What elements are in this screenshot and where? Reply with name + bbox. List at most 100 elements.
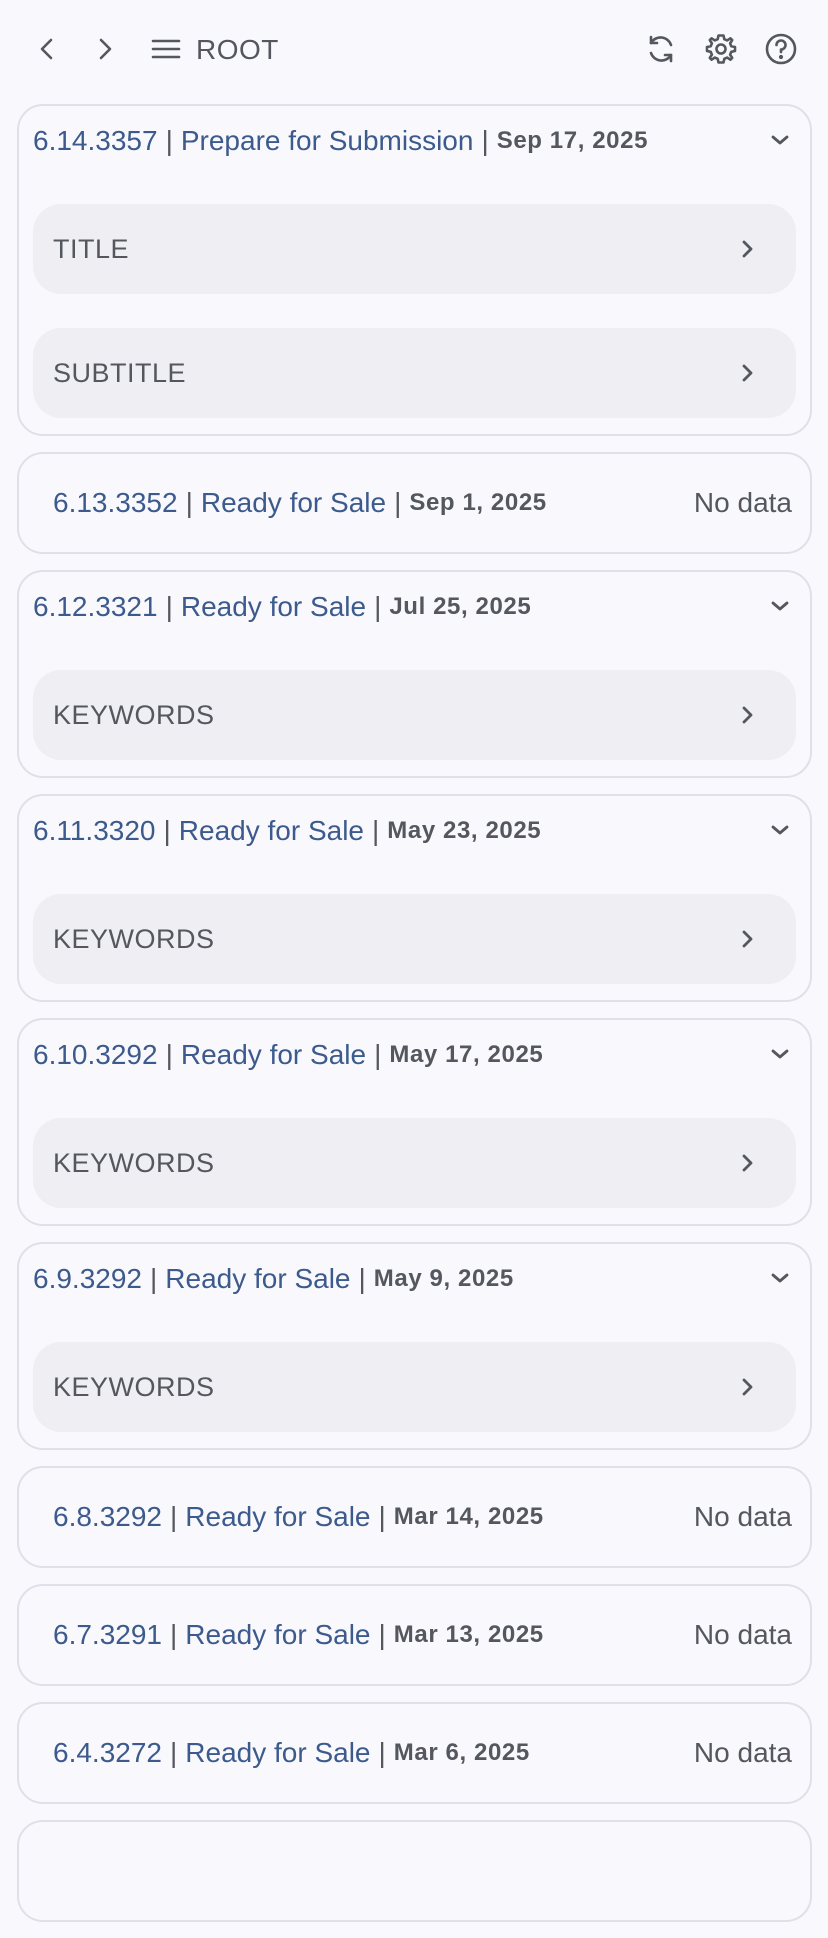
gear-icon [704, 32, 738, 71]
version-status: Ready for Sale [180, 1039, 367, 1070]
separator: | [165, 1039, 173, 1070]
version-number: 6.9.3292 [33, 1263, 142, 1294]
separator: | [378, 1619, 386, 1650]
version-status: Prepare for Submission [180, 125, 474, 156]
separator: | [165, 591, 173, 622]
version-date: Sep 1, 2025 [409, 489, 547, 516]
field-row-label: KEYWORDS [53, 699, 215, 730]
version-header[interactable]: 6.14.3357 | Prepare for Submission | Sep 17,… [19, 106, 810, 176]
version-number: 6.12.3321 [33, 591, 158, 622]
chevron-right-icon [736, 1376, 758, 1398]
separator: | [150, 1263, 158, 1294]
no-data-label: No data [693, 1619, 792, 1650]
separator: | [374, 1039, 382, 1070]
menu-button[interactable] [145, 30, 187, 72]
separator: | [372, 815, 380, 846]
version-header[interactable]: 6.7.3291 | Ready for Sale | Mar 13, 2025 [19, 1586, 810, 1684]
chevron-down-icon[interactable] [768, 1042, 792, 1066]
chevron-down-icon[interactable] [768, 818, 792, 842]
version-number: 6.13.3352 [53, 487, 178, 518]
version-card: 6.11.3320 | Ready for Sale | May 23, 2025 KEY… [17, 794, 812, 1002]
back-button[interactable] [26, 30, 68, 72]
settings-button[interactable] [700, 30, 742, 72]
version-number: 6.11.3320 [33, 815, 156, 846]
version-number: 6.10.3292 [33, 1039, 158, 1070]
separator: | [378, 1737, 386, 1768]
forward-button[interactable] [84, 30, 126, 72]
version-header[interactable]: 6.8.3292 | Ready for Sale | Mar 14, 2025 [19, 1468, 810, 1566]
version-card: 6.8.3292 | Ready for Sale | Mar 14, 2025 No d… [17, 1466, 812, 1568]
version-date: Sep 17, 2025 [496, 127, 649, 154]
version-card: 6.7.3291 | Ready for Sale | Mar 13, 2025 No d… [17, 1584, 812, 1686]
version-header[interactable]: 6.4.3272 | Ready for Sale | Mar 6, 2025 [19, 1704, 810, 1802]
version-list: 6.14.3357 | Prepare for Submission | Sep 17,… [17, 104, 812, 1938]
version-card[interactable] [17, 1820, 812, 1922]
separator: | [165, 125, 173, 156]
version-card: 6.9.3292 | Ready for Sale | May 9, 2025 KEYWO… [17, 1242, 812, 1450]
field-row-label: TITLE [53, 233, 130, 264]
version-date: Mar 13, 2025 [393, 1621, 544, 1648]
chevron-down-icon[interactable] [768, 128, 792, 152]
toolbar: ROOT [0, 0, 828, 104]
field-row[interactable]: SUBTITLE [33, 328, 796, 418]
version-header[interactable]: 6.11.3320 | Ready for Sale | May 23, 2025 [19, 796, 810, 866]
field-row[interactable]: KEYWORDS [33, 1342, 796, 1432]
version-header[interactable]: 6.13.3352 | Ready for Sale | Sep 1, 2025 [19, 454, 810, 552]
chevron-right-icon [736, 704, 758, 726]
root-breadcrumb[interactable]: ROOT [196, 34, 279, 66]
separator: | [481, 125, 489, 156]
separator: | [185, 487, 193, 518]
chevron-right-icon [95, 37, 115, 66]
help-button[interactable] [760, 30, 802, 72]
version-number: 6.14.3357 [33, 125, 158, 156]
field-row[interactable]: KEYWORDS [33, 670, 796, 760]
chevron-down-icon[interactable] [768, 594, 792, 618]
separator: | [358, 1263, 366, 1294]
version-number: 6.7.3291 [53, 1619, 162, 1650]
field-row[interactable]: KEYWORDS [33, 1118, 796, 1208]
version-status: Ready for Sale [185, 1619, 371, 1650]
version-status: Ready for Sale [165, 1263, 351, 1294]
version-status: Ready for Sale [200, 487, 387, 518]
version-number: 6.8.3292 [53, 1501, 162, 1532]
separator: | [394, 487, 402, 518]
field-row-label: KEYWORDS [53, 1147, 215, 1178]
no-data-label: No data [693, 1737, 792, 1768]
separator: | [378, 1501, 386, 1532]
field-rows: TITLE SUBTITLE [19, 176, 810, 418]
chevron-right-icon [736, 928, 758, 950]
version-header[interactable]: 6.10.3292 | Ready for Sale | May 17, 2025 [19, 1020, 810, 1090]
no-data-label: No data [693, 487, 792, 518]
refresh-button[interactable] [640, 30, 682, 72]
version-status: Ready for Sale [185, 1501, 371, 1532]
version-status: Ready for Sale [185, 1737, 371, 1768]
version-date: May 23, 2025 [387, 817, 542, 844]
no-data-label: No data [693, 1501, 792, 1532]
version-card: 6.10.3292 | Ready for Sale | May 17, 2025 KEY… [17, 1018, 812, 1226]
field-row-label: KEYWORDS [53, 923, 215, 954]
chevron-right-icon [736, 362, 758, 384]
field-rows: KEYWORDS [19, 1314, 810, 1432]
chevron-down-icon[interactable] [768, 1266, 792, 1290]
field-rows: KEYWORDS [19, 642, 810, 760]
chevron-right-icon [736, 1152, 758, 1174]
version-date: May 17, 2025 [389, 1041, 544, 1068]
chevron-right-icon [736, 238, 758, 260]
help-circle-icon [764, 32, 798, 71]
version-card: 6.14.3357 | Prepare for Submission | Sep 17,… [17, 104, 812, 436]
refresh-icon [644, 32, 678, 71]
version-card: 6.12.3321 | Ready for Sale | Jul 25, 2025 KEY… [17, 570, 812, 778]
version-header[interactable]: 6.12.3321 | Ready for Sale | Jul 25, 2025 [19, 572, 810, 642]
version-card: 6.4.3272 | Ready for Sale | Mar 6, 2025 No da… [17, 1702, 812, 1804]
field-row[interactable]: TITLE [33, 204, 796, 294]
separator: | [374, 591, 382, 622]
separator: | [170, 1501, 178, 1532]
version-status: Ready for Sale [180, 591, 367, 622]
field-row[interactable]: KEYWORDS [33, 894, 796, 984]
hamburger-menu-icon [150, 37, 182, 66]
version-date: Jul 25, 2025 [389, 593, 532, 620]
version-date: Mar 14, 2025 [393, 1503, 544, 1530]
version-header[interactable]: 6.9.3292 | Ready for Sale | May 9, 2025 [19, 1244, 810, 1314]
separator: | [170, 1737, 178, 1768]
field-rows: KEYWORDS [19, 1090, 810, 1208]
